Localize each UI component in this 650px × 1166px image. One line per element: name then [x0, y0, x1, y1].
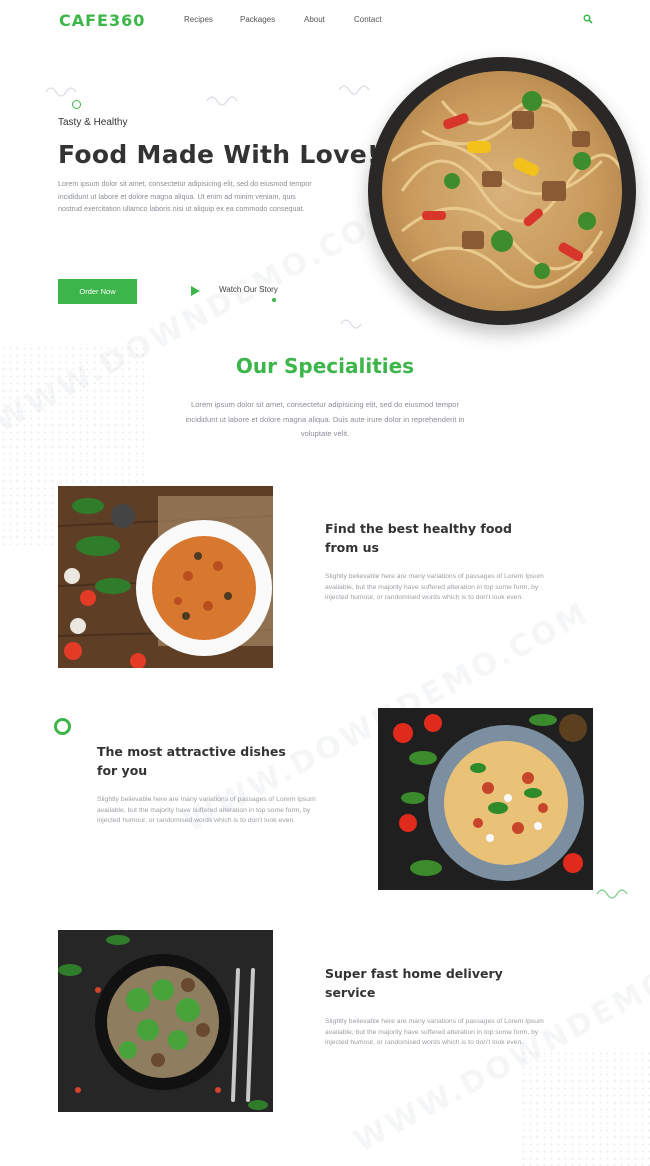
hero-tagline: Tasty & Healthy: [58, 117, 128, 128]
dot-pattern: [520, 1050, 650, 1166]
nav-contact[interactable]: Contact: [354, 15, 382, 24]
farfalle-pasta-image: [378, 708, 593, 890]
hero-title: Food Made With Love!: [58, 140, 379, 169]
section-text: Lorem ipsum dolor sit amet, consectetur …: [185, 400, 465, 438]
section-title: Our Specialities: [235, 354, 415, 378]
nav-recipes[interactable]: Recipes: [184, 15, 240, 24]
watch-story-link[interactable]: Watch Our Story: [219, 285, 278, 294]
squiggle-decoration: [340, 319, 362, 329]
logo[interactable]: CAFE360: [59, 11, 145, 30]
feature-title: Super fast home delivery service: [325, 966, 503, 1000]
nav-about[interactable]: About: [304, 15, 354, 24]
feature-text: Slightly believable here are many variat…: [325, 1018, 544, 1046]
main-nav: Recipes Packages About Contact: [184, 15, 382, 24]
feature-title: The most attractive dishes for you: [97, 744, 286, 778]
hero-food-image: [368, 57, 636, 325]
play-icon[interactable]: [189, 285, 201, 297]
ring-decoration: [54, 718, 71, 735]
search-icon[interactable]: [583, 14, 593, 24]
site-header: CAFE360 Recipes Packages About Contact: [0, 0, 650, 40]
squiggle-decoration: [206, 96, 238, 106]
squiggle-decoration: [338, 85, 370, 95]
broccoli-bowl-image: [58, 930, 273, 1112]
order-now-button[interactable]: Order Now: [58, 279, 137, 304]
squiggle-decoration: [596, 889, 628, 899]
nav-packages[interactable]: Packages: [240, 15, 304, 24]
feature-title: Find the best healthy food from us: [325, 521, 512, 555]
feature-text: Slightly believable here are many variat…: [325, 573, 544, 601]
feature-text: Slightly believable here are many variat…: [97, 796, 316, 824]
hero-text: Lorem ipsum dolor sit amet, consectetur …: [58, 179, 312, 213]
squiggle-decoration: [45, 87, 77, 97]
dot-decoration: [272, 298, 276, 302]
pasta-plate-image: [58, 486, 273, 668]
ring-decoration: [72, 100, 81, 109]
